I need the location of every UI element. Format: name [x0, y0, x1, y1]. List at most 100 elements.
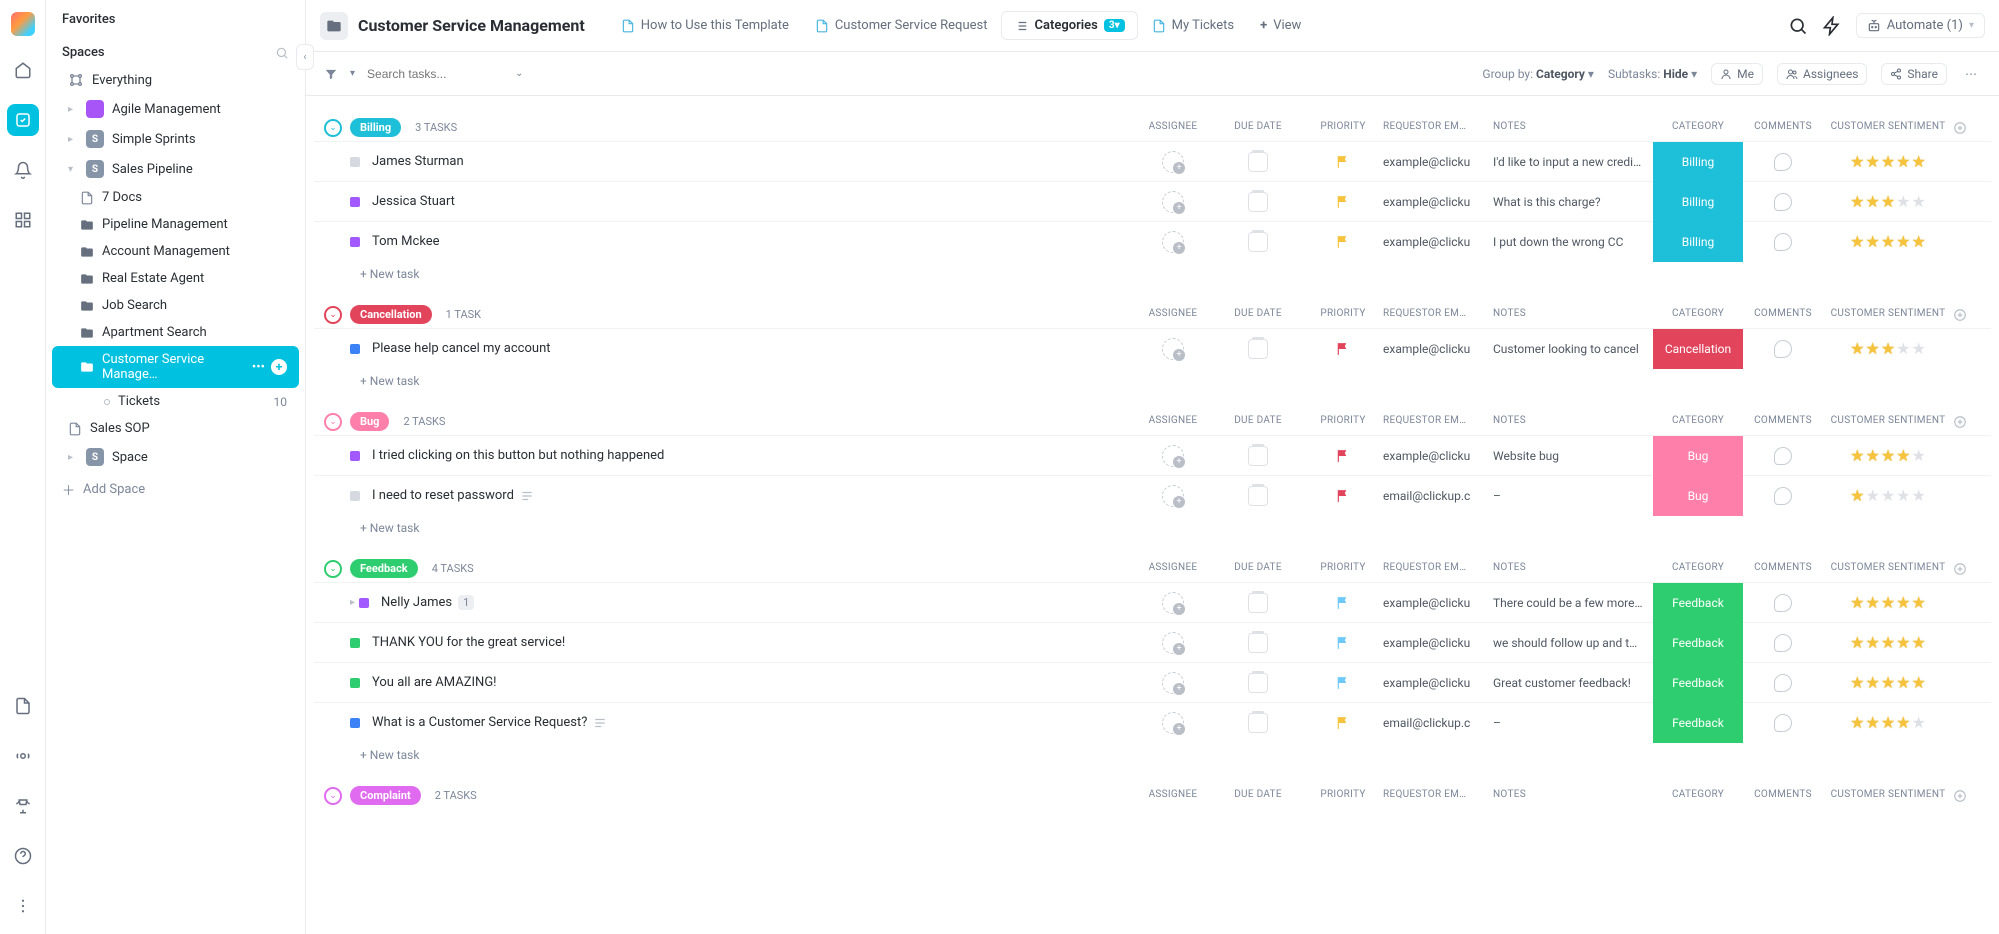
- category-cell[interactable]: Cancellation: [1653, 329, 1743, 369]
- new-task-button[interactable]: + New task: [314, 515, 1991, 545]
- email-cell[interactable]: example@clicku: [1383, 596, 1493, 610]
- star-rating[interactable]: ★★★★★: [1850, 673, 1926, 692]
- duedate-cell[interactable]: [1213, 486, 1303, 506]
- add-space-button[interactable]: ＋ Add Space: [46, 472, 305, 507]
- status-icon[interactable]: [350, 491, 360, 501]
- assignee-cell[interactable]: [1133, 592, 1213, 614]
- task-name[interactable]: James Sturman: [372, 154, 1133, 169]
- duedate-cell[interactable]: [1213, 713, 1303, 733]
- sentiment-cell[interactable]: ★★★★★: [1823, 446, 1953, 465]
- priority-cell[interactable]: [1303, 195, 1383, 209]
- group-header[interactable]: ⌄ Cancellation 1 TASK ASSIGNEE DUE DATE …: [314, 301, 1991, 328]
- status-icon[interactable]: [350, 197, 360, 207]
- search-tasks-input[interactable]: [367, 67, 507, 81]
- task-name[interactable]: THANK YOU for the great service!: [372, 635, 1133, 650]
- task-name[interactable]: Jessica Stuart: [372, 194, 1133, 209]
- sidebar-space[interactable]: ▸ S Simple Sprints: [52, 124, 299, 154]
- duedate-cell[interactable]: [1213, 673, 1303, 693]
- assignee-cell[interactable]: [1133, 151, 1213, 173]
- share-button[interactable]: Share: [1881, 63, 1947, 85]
- sidebar-space[interactable]: ▾ S Sales Pipeline: [52, 154, 299, 184]
- notifications-icon[interactable]: [7, 154, 39, 186]
- comments-cell[interactable]: [1743, 233, 1823, 251]
- category-cell[interactable]: Billing: [1653, 222, 1743, 262]
- email-cell[interactable]: example@clicku: [1383, 342, 1493, 356]
- sidebar-folder[interactable]: Real Estate Agent: [52, 265, 299, 292]
- tab-how-to-use-this-template[interactable]: How to Use this Template: [609, 12, 801, 39]
- collapse-icon[interactable]: ⌄: [324, 119, 342, 137]
- task-name[interactable]: Please help cancel my account: [372, 341, 1133, 356]
- add-icon[interactable]: +: [271, 359, 287, 375]
- category-cell[interactable]: Feedback: [1653, 623, 1743, 663]
- email-cell[interactable]: email@clickup.c: [1383, 489, 1493, 503]
- task-row[interactable]: ▸ Nelly James 1 example@clicku There cou…: [314, 582, 1991, 622]
- task-name[interactable]: I need to reset password: [372, 488, 1133, 503]
- priority-cell[interactable]: [1303, 676, 1383, 690]
- collapse-icon[interactable]: ⌄: [324, 413, 342, 431]
- priority-cell[interactable]: [1303, 489, 1383, 503]
- search-icon[interactable]: [275, 46, 289, 60]
- comments-cell[interactable]: [1743, 193, 1823, 211]
- filter-icon[interactable]: [324, 67, 338, 81]
- task-name[interactable]: Tom Mckee: [372, 234, 1133, 249]
- add-column-button[interactable]: [1953, 415, 1981, 429]
- priority-cell[interactable]: [1303, 155, 1383, 169]
- category-cell[interactable]: Billing: [1653, 142, 1743, 182]
- star-rating[interactable]: ★★★★★: [1850, 593, 1926, 612]
- email-cell[interactable]: example@clicku: [1383, 155, 1493, 169]
- duedate-cell[interactable]: [1213, 192, 1303, 212]
- duedate-cell[interactable]: [1213, 339, 1303, 359]
- sentiment-cell[interactable]: ★★★★★: [1823, 192, 1953, 211]
- task-row[interactable]: You all are AMAZING! example@clicku Grea…: [314, 662, 1991, 702]
- comments-cell[interactable]: [1743, 340, 1823, 358]
- status-icon[interactable]: [350, 237, 360, 247]
- tab-customer-service-request[interactable]: Customer Service Request: [803, 12, 1000, 39]
- duedate-cell[interactable]: [1213, 232, 1303, 252]
- category-cell[interactable]: Bug: [1653, 476, 1743, 516]
- notes-cell[interactable]: I'd like to input a new credit c…: [1493, 155, 1653, 169]
- task-row[interactable]: THANK YOU for the great service! example…: [314, 622, 1991, 662]
- subtasks-control[interactable]: Subtasks: Hide ▾: [1608, 67, 1697, 81]
- priority-cell[interactable]: [1303, 716, 1383, 730]
- new-task-button[interactable]: + New task: [314, 742, 1991, 772]
- sidebar-folder[interactable]: Customer Service Manage…•••+: [52, 346, 299, 388]
- email-cell[interactable]: example@clicku: [1383, 195, 1493, 209]
- tab-categories[interactable]: Categories3▾: [1001, 11, 1137, 40]
- sidebar-item-everything[interactable]: Everything: [52, 66, 299, 94]
- notes-cell[interactable]: –: [1493, 716, 1653, 730]
- status-icon[interactable]: [350, 678, 360, 688]
- category-cell[interactable]: Bug: [1653, 436, 1743, 476]
- star-rating[interactable]: ★★★★★: [1850, 339, 1926, 358]
- docs-icon[interactable]: [7, 690, 39, 722]
- group-header[interactable]: ⌄ Feedback 4 TASKS ASSIGNEE DUE DATE PRI…: [314, 555, 1991, 582]
- sidebar-folder[interactable]: Job Search: [52, 292, 299, 319]
- collapse-sidebar-button[interactable]: ‹: [296, 44, 314, 70]
- task-name[interactable]: You all are AMAZING!: [372, 675, 1133, 690]
- status-icon[interactable]: [350, 157, 360, 167]
- sidebar-docs[interactable]: 7 Docs: [52, 184, 299, 211]
- duedate-cell[interactable]: [1213, 446, 1303, 466]
- email-cell[interactable]: example@clicku: [1383, 636, 1493, 650]
- comments-cell[interactable]: [1743, 634, 1823, 652]
- sentiment-cell[interactable]: ★★★★★: [1823, 713, 1953, 732]
- task-name[interactable]: What is a Customer Service Request?: [372, 715, 1133, 730]
- sentiment-cell[interactable]: ★★★★★: [1823, 152, 1953, 171]
- caret-icon[interactable]: ▸: [350, 597, 355, 608]
- comments-cell[interactable]: [1743, 594, 1823, 612]
- sidebar-space[interactable]: ▸ S Space: [52, 442, 299, 472]
- notes-cell[interactable]: There could be a few more im…: [1493, 596, 1653, 610]
- group-header[interactable]: ⌄ Complaint 2 TASKS ASSIGNEE DUE DATE PR…: [314, 782, 1991, 809]
- task-name[interactable]: I tried clicking on this button but noth…: [372, 448, 1133, 463]
- collapse-icon[interactable]: ⌄: [324, 787, 342, 805]
- help-icon[interactable]: [7, 840, 39, 872]
- add-column-button[interactable]: [1953, 121, 1981, 135]
- sentiment-cell[interactable]: ★★★★★: [1823, 673, 1953, 692]
- sentiment-cell[interactable]: ★★★★★: [1823, 339, 1953, 358]
- category-cell[interactable]: Billing: [1653, 182, 1743, 222]
- sidebar-space[interactable]: ▸ Agile Management: [52, 94, 299, 124]
- chevron-down-icon[interactable]: ▾: [350, 68, 355, 79]
- comments-cell[interactable]: [1743, 714, 1823, 732]
- tasks-icon[interactable]: [7, 104, 39, 136]
- notes-cell[interactable]: we should follow up and than…: [1493, 636, 1653, 650]
- new-task-button[interactable]: + New task: [314, 368, 1991, 398]
